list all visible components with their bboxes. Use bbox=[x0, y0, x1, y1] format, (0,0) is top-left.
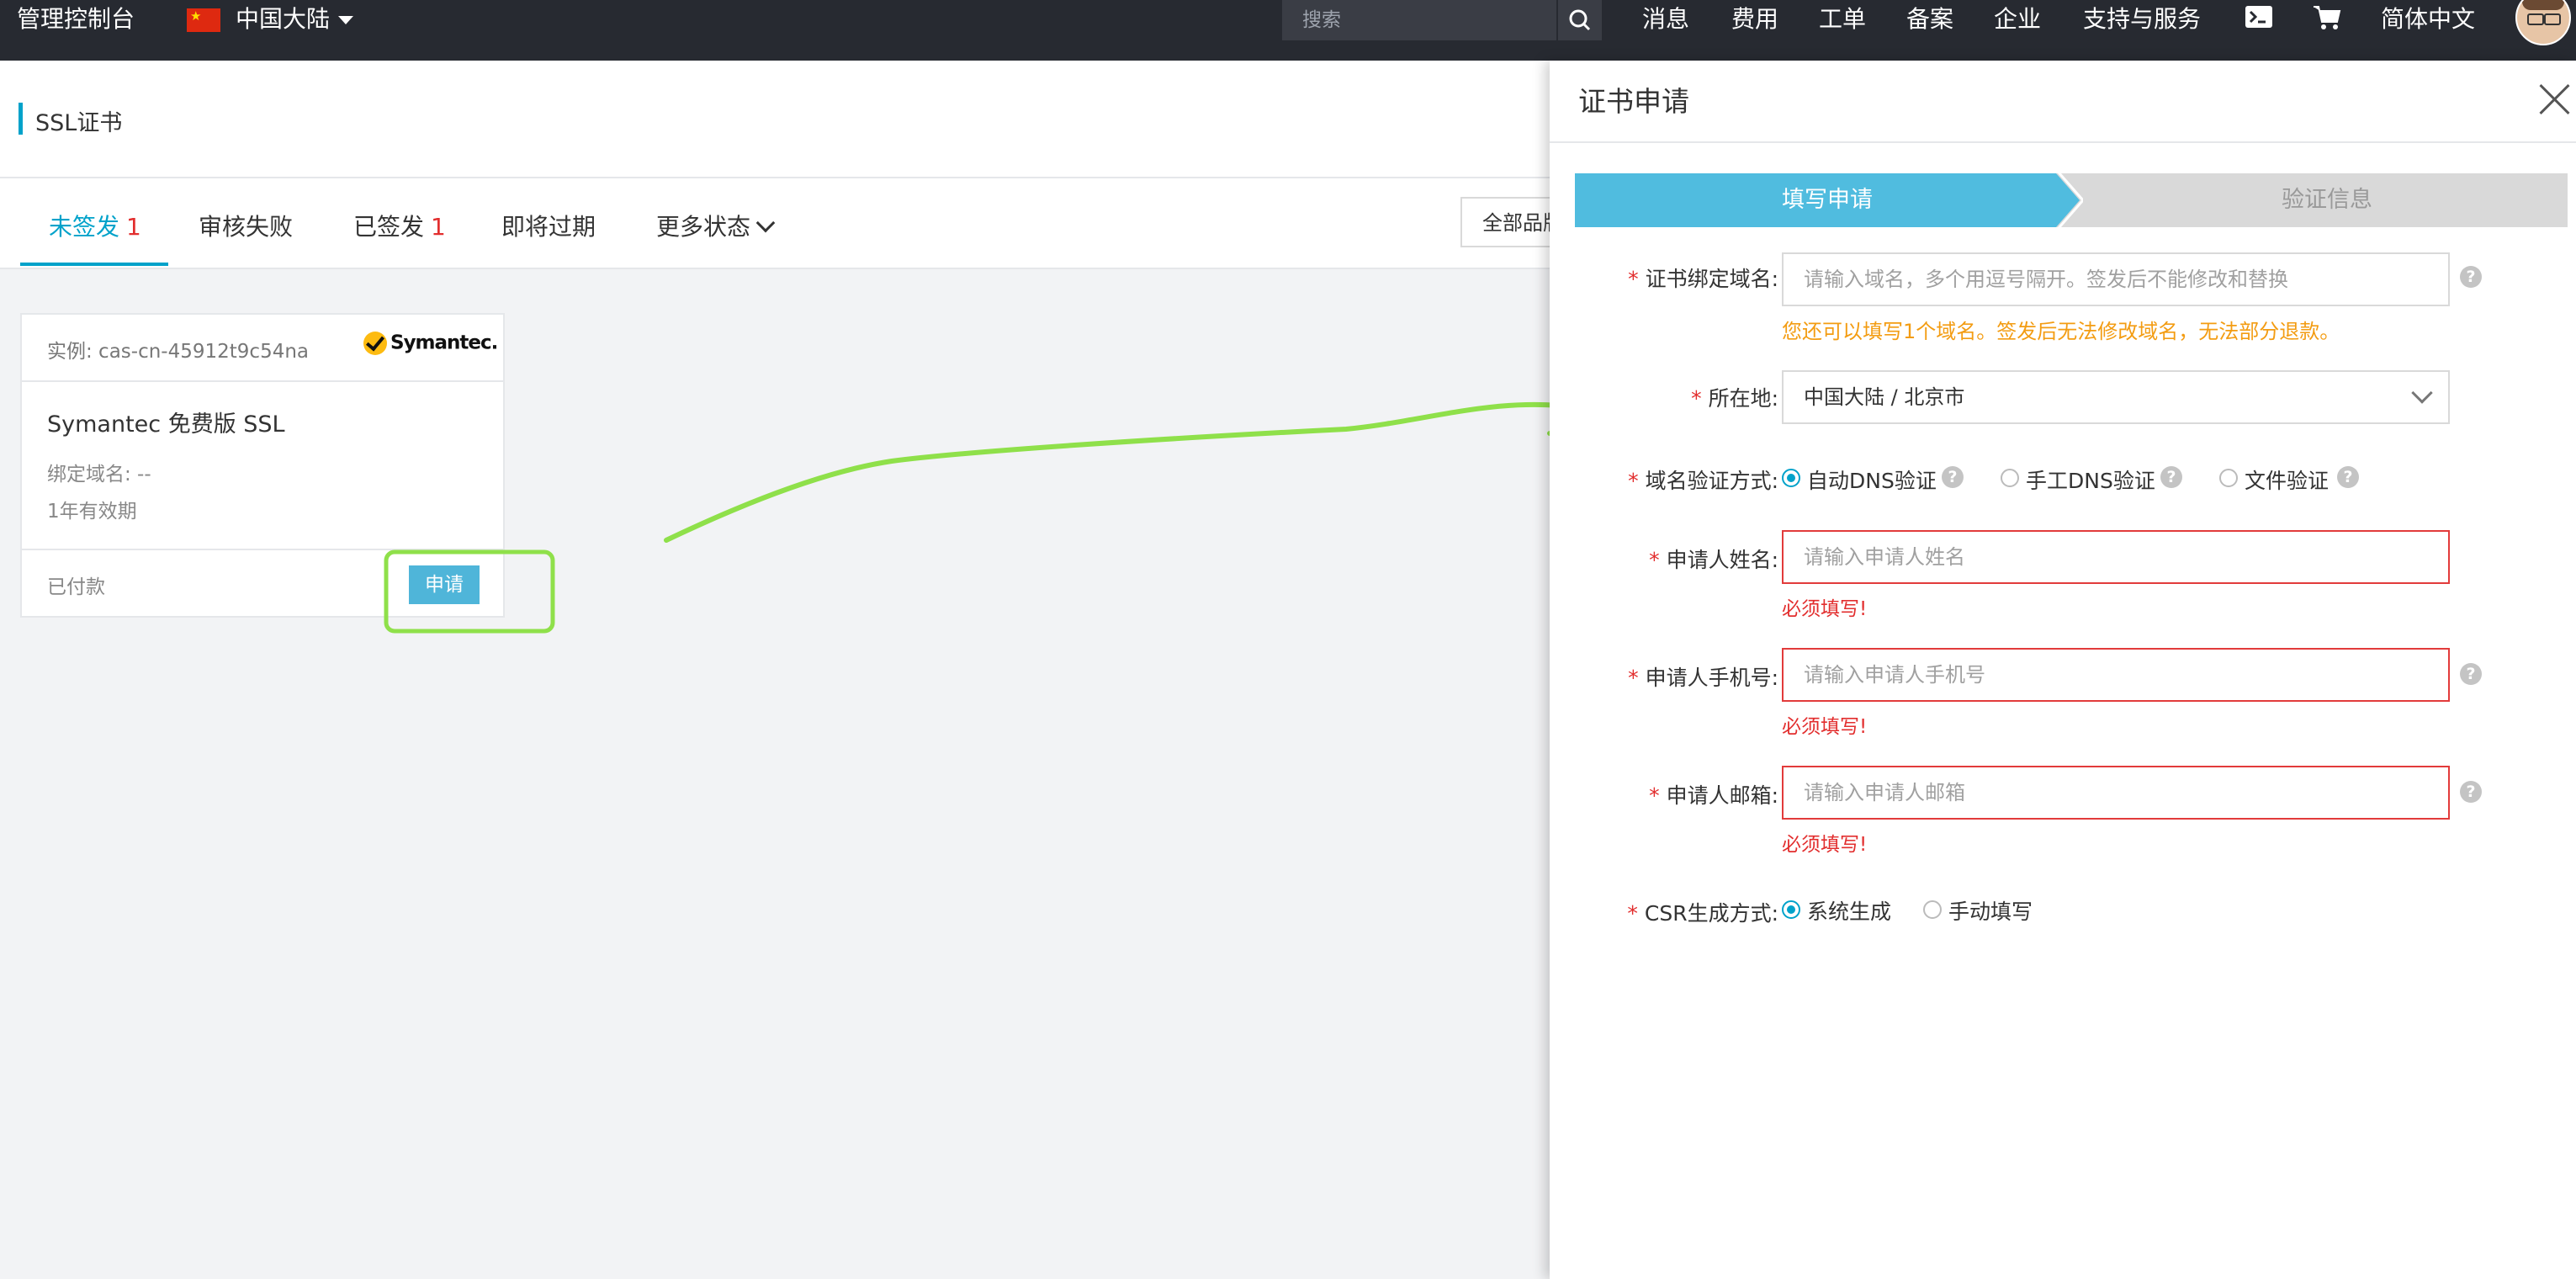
applicant-email-input[interactable] bbox=[1782, 766, 2450, 820]
nav-messages[interactable]: 消息 bbox=[1642, 0, 1689, 40]
validity-period: 1年有效期 bbox=[47, 501, 137, 523]
checkmark-icon bbox=[363, 332, 387, 355]
bound-domain: 绑定域名: -- bbox=[47, 464, 151, 486]
help-icon[interactable]: ? bbox=[2460, 663, 2482, 685]
location-select[interactable]: 中国大陆 / 北京市 bbox=[1782, 370, 2450, 424]
applicant-phone-input[interactable] bbox=[1782, 648, 2450, 702]
language-selector[interactable]: 简体中文 bbox=[2381, 0, 2475, 40]
radio-file[interactable] bbox=[2219, 469, 2238, 487]
payment-status: 已付款 bbox=[47, 576, 105, 598]
applicant-name-error: 必须填写! bbox=[1782, 598, 1868, 620]
card-header: 实例: cas-cn-45912t9c54na Symantec. bbox=[22, 315, 503, 382]
help-icon[interactable]: ? bbox=[2337, 466, 2359, 488]
step-verify-info: 验证信息 bbox=[2053, 173, 2568, 227]
csr-method-label: * CSR生成方式: bbox=[1627, 901, 1778, 926]
top-navigation-bar: 管理控制台 ★ 中国大陆 消息 费用 工单 备案 企业 支持与服务 简体中文 bbox=[0, 0, 2576, 61]
close-icon[interactable] bbox=[2539, 84, 2569, 114]
chevron-down-icon bbox=[2411, 382, 2433, 404]
help-icon[interactable]: ? bbox=[2160, 466, 2182, 488]
product-name: Symantec 免费版 SSL bbox=[47, 411, 285, 438]
nav-enterprise[interactable]: 企业 bbox=[1994, 0, 2041, 40]
certificate-application-drawer: 证书申请 验证信息 填写申请 *证书绑定域名: ? 您还可以填写1个域名。签发后… bbox=[1550, 61, 2576, 1279]
chevron-down-icon bbox=[755, 213, 776, 233]
region-selector[interactable]: 中国大陆 bbox=[236, 0, 354, 40]
tab-review-failed[interactable]: 审核失败 bbox=[199, 209, 293, 242]
certificate-card: 实例: cas-cn-45912t9c54na Symantec. Symant… bbox=[20, 313, 505, 618]
domain-hint: 您还可以填写1个域名。签发后无法修改域名，无法部分退款。 bbox=[1782, 320, 2340, 343]
verify-method-label: * 域名验证方式: bbox=[1628, 469, 1778, 493]
help-icon[interactable]: ? bbox=[2460, 266, 2482, 288]
instance-id: 实例: cas-cn-45912t9c54na bbox=[47, 341, 310, 363]
console-home-link[interactable]: 管理控制台 bbox=[17, 0, 135, 40]
tab-issued[interactable]: 已签发 1 bbox=[353, 209, 446, 242]
drawer-title: 证书申请 bbox=[1578, 85, 1689, 118]
radio-csr-manual[interactable] bbox=[1923, 900, 1942, 919]
radio-auto-dns[interactable] bbox=[1782, 469, 1800, 487]
applicant-email-error: 必须填写! bbox=[1782, 834, 1868, 856]
nav-support[interactable]: 支持与服务 bbox=[2083, 0, 2201, 40]
region-label: 中国大陆 bbox=[236, 5, 331, 33]
progress-steps: 验证信息 填写申请 bbox=[1575, 173, 2568, 227]
tab-expiring-soon[interactable]: 即将过期 bbox=[501, 209, 596, 242]
radio-manual-dns-label[interactable]: 手工DNS验证 bbox=[2026, 464, 2155, 495]
title-accent-bar bbox=[19, 103, 23, 135]
radio-csr-system-label[interactable]: 系统生成 bbox=[1807, 895, 1891, 926]
location-value: 中国大陆 / 北京市 bbox=[1804, 385, 1965, 409]
radio-csr-manual-label[interactable]: 手动填写 bbox=[1948, 895, 2033, 926]
tab-more-status[interactable]: 更多状态 bbox=[656, 209, 776, 242]
drawer-divider bbox=[1550, 141, 2576, 143]
applicant-name-input[interactable] bbox=[1782, 530, 2450, 584]
avatar[interactable] bbox=[2515, 0, 2571, 45]
help-icon[interactable]: ? bbox=[2460, 781, 2482, 803]
caret-down-icon bbox=[338, 16, 354, 24]
terminal-icon[interactable] bbox=[2245, 5, 2273, 30]
cart-icon[interactable] bbox=[2312, 3, 2342, 32]
search-button[interactable] bbox=[1556, 0, 1602, 40]
china-flag-icon: ★ bbox=[187, 8, 220, 32]
annotation-arrow bbox=[664, 401, 1584, 543]
apply-button[interactable]: 申请 bbox=[409, 565, 480, 604]
domain-input[interactable] bbox=[1782, 252, 2450, 306]
step-fill-application: 填写申请 bbox=[1575, 173, 2080, 227]
domain-label: * 证书绑定域名: bbox=[1628, 267, 1778, 291]
location-label: * 所在地: bbox=[1691, 386, 1778, 411]
nav-tickets[interactable]: 工单 bbox=[1819, 0, 1866, 40]
card-footer: 已付款 申请 bbox=[22, 549, 503, 618]
radio-csr-system[interactable] bbox=[1782, 900, 1800, 919]
search-icon bbox=[1569, 9, 1591, 31]
applicant-email-label: * 申请人邮箱: bbox=[1649, 783, 1778, 808]
active-tab-indicator bbox=[20, 263, 168, 266]
search-input[interactable] bbox=[1282, 0, 1575, 40]
page-title: SSL证书 bbox=[35, 110, 123, 136]
nav-billing[interactable]: 费用 bbox=[1731, 0, 1778, 40]
nav-icp-filing[interactable]: 备案 bbox=[1906, 0, 1953, 40]
help-icon[interactable]: ? bbox=[1942, 466, 1964, 488]
radio-file-label[interactable]: 文件验证 bbox=[2245, 464, 2329, 495]
applicant-phone-error: 必须填写! bbox=[1782, 716, 1868, 738]
symantec-logo: Symantec. bbox=[363, 332, 498, 362]
radio-auto-dns-label[interactable]: 自动DNS验证 bbox=[1807, 464, 1937, 495]
tab-not-issued[interactable]: 未签发 1 bbox=[49, 209, 141, 242]
search-box bbox=[1282, 0, 1602, 40]
radio-manual-dns[interactable] bbox=[2001, 469, 2019, 487]
applicant-phone-label: * 申请人手机号: bbox=[1628, 666, 1778, 690]
applicant-name-label: * 申请人姓名: bbox=[1649, 548, 1778, 572]
